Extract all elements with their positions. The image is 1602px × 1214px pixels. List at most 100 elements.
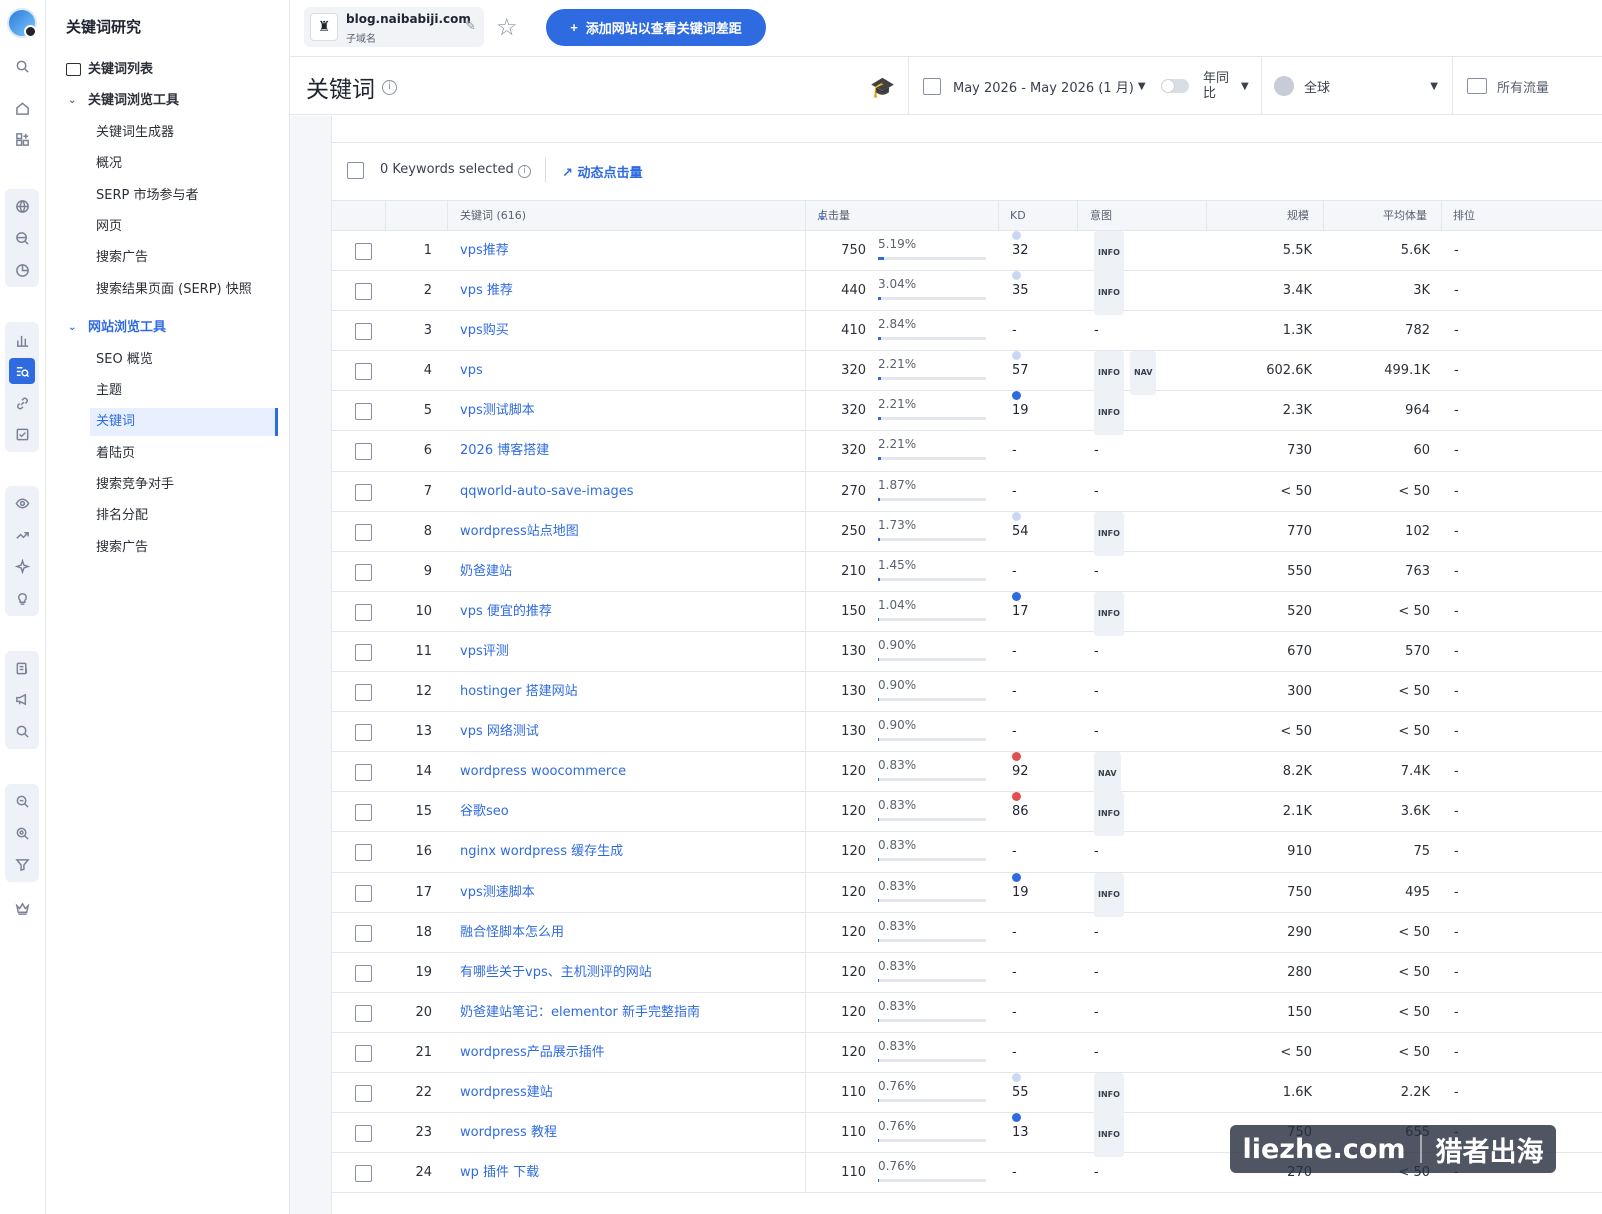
column-header-volume[interactable]: 规模 <box>1287 201 1309 231</box>
keyword-link[interactable]: nginx wordpress 缓存生成 <box>460 832 623 872</box>
row-checkbox[interactable] <box>355 643 372 661</box>
apps-icon[interactable] <box>9 126 35 152</box>
row-checkbox[interactable] <box>355 764 372 782</box>
zoom-icon[interactable] <box>9 788 35 814</box>
search-icon[interactable] <box>9 53 35 79</box>
bar-chart-icon[interactable] <box>9 327 35 353</box>
keyword-link[interactable]: vps测速脚本 <box>460 873 535 913</box>
row-checkbox[interactable] <box>355 924 372 942</box>
keyword-link[interactable]: vps评测 <box>460 632 509 672</box>
funnel-icon[interactable] <box>9 851 35 877</box>
row-checkbox[interactable] <box>355 1125 372 1143</box>
eye-icon[interactable] <box>9 490 35 516</box>
row-checkbox[interactable] <box>355 363 372 381</box>
table-row[interactable]: 20 奶爸建站笔记：elementor 新手完整指南 120 0.83% - -150 < … <box>332 992 1602 1033</box>
keyword-link[interactable]: 奶爸建站笔记：elementor 新手完整指南 <box>460 993 700 1033</box>
target-search-icon[interactable] <box>9 820 35 846</box>
sidebar-section-site-tools[interactable]: ⌄ 网站浏览工具 <box>46 314 290 342</box>
keyword-link[interactable]: 融合怪脚本怎么用 <box>460 913 564 953</box>
column-header-intent[interactable]: 意图 <box>1090 201 1112 231</box>
table-row[interactable]: 13 vps 网络测试 130 0.90% - - < 50 < 50- <box>332 712 1602 753</box>
trend-icon[interactable] <box>9 522 35 548</box>
row-checkbox[interactable] <box>355 323 372 341</box>
table-row[interactable]: 17 vps测速脚本 120 0.83% 19 INFO 750 495- <box>332 872 1602 917</box>
table-row[interactable]: 7 qqworld-auto-save-images 270 1.87% - - < 50 <… <box>332 471 1602 512</box>
keyword-link[interactable]: 2026 博客搭建 <box>460 431 549 471</box>
sidebar-item-topics[interactable]: 主题 <box>46 377 290 405</box>
keyword-link[interactable]: qqworld-auto-save-images <box>460 472 634 512</box>
keyword-link[interactable]: 有哪些关于vps、主机测评的网站 <box>460 953 652 993</box>
row-checkbox[interactable] <box>355 1004 372 1022</box>
row-checkbox[interactable] <box>355 804 372 822</box>
sidebar-item-keyword-list[interactable]: 关键词列表 <box>46 56 290 84</box>
keyword-link[interactable]: 奶爸建站 <box>460 552 512 592</box>
region-selector[interactable]: 全球 ▼ <box>1261 57 1452 115</box>
world-search-icon[interactable] <box>9 225 35 251</box>
edit-pencil-icon[interactable]: ✎ <box>465 19 476 34</box>
date-range-picker[interactable]: May 2026 - May 2026 (1 月) ▼ <box>908 57 1153 115</box>
keyword-link[interactable]: wp 插件 下载 <box>460 1153 539 1193</box>
row-checkbox[interactable] <box>355 844 372 862</box>
table-row[interactable]: 12 hostinger 搭建网站 130 0.90% - -300 < 50- <box>332 672 1602 713</box>
table-row[interactable]: 8 wordpress站点地图 250 1.73% 54 INFO 770 102- <box>332 511 1602 556</box>
row-checkbox[interactable] <box>355 243 372 260</box>
column-header-avg-volume[interactable]: 平均体量 <box>1383 201 1427 231</box>
ad-search-icon[interactable] <box>9 718 35 744</box>
row-checkbox[interactable] <box>355 563 372 581</box>
keyword-link[interactable]: wordpress建站 <box>460 1073 553 1113</box>
sidebar-item-rank-distribution[interactable]: 排名分配 <box>46 502 290 530</box>
sidebar-item-seo-overview[interactable]: SEO 概览 <box>46 346 290 374</box>
table-row[interactable]: 1 vps推荐 750 5.19% 32 INFO 5.5K 5.6K - <box>332 231 1602 275</box>
keyword-link[interactable]: wordpress站点地图 <box>460 512 579 552</box>
row-checkbox[interactable] <box>355 964 372 982</box>
traffic-selector[interactable]: 所有流量 <box>1452 57 1602 115</box>
table-row[interactable]: 18 融合怪脚本怎么用 120 0.83% - -290 < 50- <box>332 912 1602 953</box>
sidebar-item-serp-snapshot[interactable]: 搜索结果页面 (SERP) 快照 <box>46 276 290 304</box>
sidebar-item-kw-generator[interactable]: 关键词生成器 <box>46 119 290 147</box>
table-row[interactable]: 22 wordpress建站 110 0.76% 55 INFO 1.6K 2.2K - <box>332 1072 1602 1117</box>
lightbulb-icon[interactable] <box>9 585 35 611</box>
keyword-link[interactable]: vps <box>460 351 483 391</box>
sidebar-item-search-ads[interactable]: 搜索广告 <box>46 244 290 272</box>
ad-list-icon[interactable] <box>9 655 35 681</box>
keyword-link[interactable]: vps推荐 <box>460 231 509 271</box>
row-checkbox[interactable] <box>355 1165 372 1183</box>
row-checkbox[interactable] <box>355 1044 372 1062</box>
toggle-switch[interactable] <box>1161 79 1189 93</box>
table-row[interactable]: 11 vps评测 130 0.90% - -670 570- <box>332 631 1602 673</box>
table-row[interactable]: 10 vps 便宜的推荐 150 1.04% 17 INFO 520 < 50- <box>332 591 1602 636</box>
row-checkbox[interactable] <box>355 884 372 902</box>
table-row[interactable]: 4 vps 320 2.21% 57 INFO NAV 602.6K 499.1K - <box>332 351 1602 396</box>
table-row[interactable]: 5 vps测试脚本 320 2.21% 19 INFO 2.3K 964- <box>332 391 1602 436</box>
select-all-checkbox[interactable] <box>347 162 364 179</box>
dynamic-clicks-button[interactable]: ↗ 动态点击量 <box>562 162 642 181</box>
yoy-toggle[interactable]: 年同比 ▼ <box>1153 57 1261 115</box>
row-checkbox[interactable] <box>355 483 372 501</box>
keyword-link[interactable]: hostinger 搭建网站 <box>460 672 578 712</box>
sidebar-item-competitors[interactable]: 搜索竞争对手 <box>46 471 290 499</box>
crown-icon[interactable] <box>9 895 35 921</box>
report-icon[interactable] <box>9 421 35 447</box>
row-checkbox[interactable] <box>355 724 372 742</box>
keyword-link[interactable]: wordpress 教程 <box>460 1113 557 1153</box>
table-row[interactable]: 15 谷歌seo 120 0.83% 86 INFO 2.1K 3.6K - <box>332 792 1602 837</box>
add-website-button[interactable]: + 添加网站以查看关键词差距 <box>546 9 766 46</box>
keyword-link[interactable]: vps购买 <box>460 311 509 351</box>
home-icon[interactable] <box>9 95 35 121</box>
keyword-link[interactable]: vps 便宜的推荐 <box>460 592 552 632</box>
sidebar-item-overview[interactable]: 概况 <box>46 150 290 178</box>
table-row[interactable]: 6 2026 博客搭建 320 2.21% - -730 60- <box>332 431 1602 472</box>
row-checkbox[interactable] <box>355 523 372 541</box>
table-row[interactable]: 3 vps购买 410 2.84% - -1.3K 782- <box>332 311 1602 352</box>
table-row[interactable]: 9 奶爸建站 210 1.45% - -550 763- <box>332 551 1602 592</box>
row-checkbox[interactable] <box>355 443 372 461</box>
globe-icon[interactable] <box>9 193 35 219</box>
column-header-kd[interactable]: KD <box>1010 201 1026 231</box>
table-row[interactable]: 14 wordpress woocommerce 120 0.83% 92 NAV 8.2K… <box>332 752 1602 797</box>
megaphone-icon[interactable] <box>9 686 35 712</box>
keyword-link[interactable]: vps 网络测试 <box>460 712 539 752</box>
row-checkbox[interactable] <box>355 603 372 621</box>
keyword-link[interactable]: wordpress产品展示插件 <box>460 1033 605 1073</box>
table-row[interactable]: 19 有哪些关于vps、主机测评的网站 120 0.83% - -280 < 50- <box>332 952 1602 993</box>
learning-cap-icon[interactable]: 🎓 <box>870 75 895 99</box>
